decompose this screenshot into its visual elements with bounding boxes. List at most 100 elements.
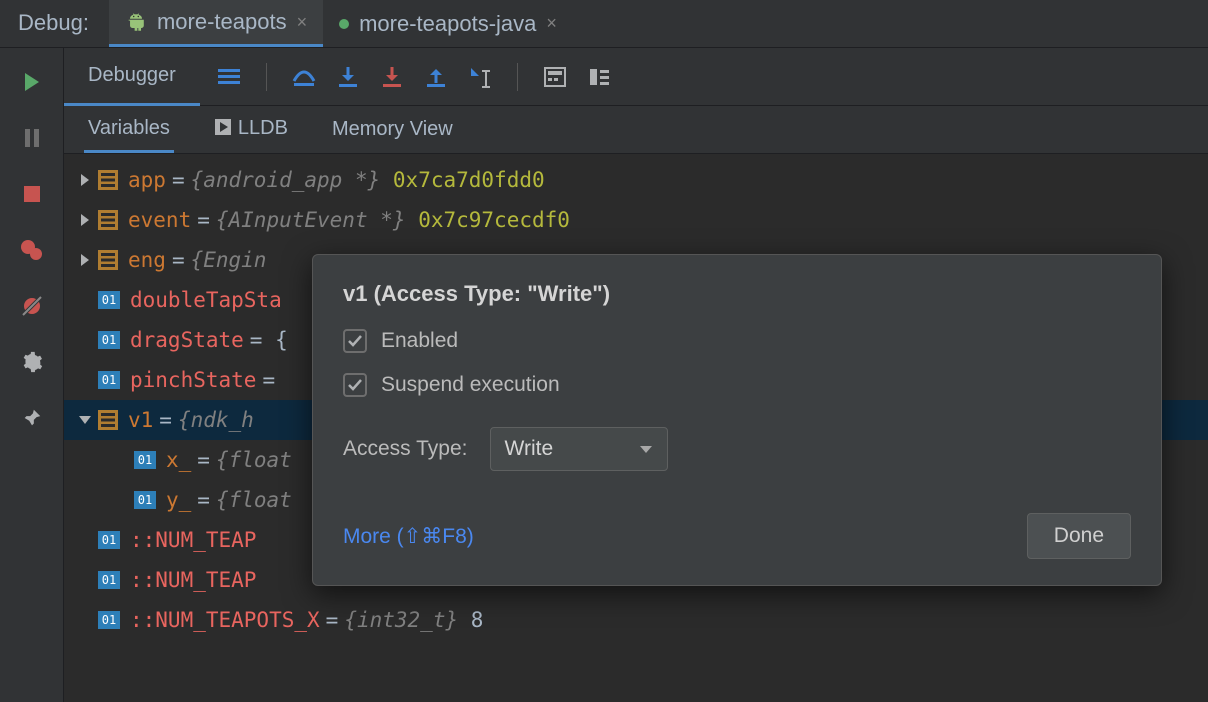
- enabled-checkbox[interactable]: [343, 329, 367, 353]
- expand-icon[interactable]: [72, 253, 98, 267]
- tab-lldb[interactable]: LLDB: [210, 107, 292, 152]
- svg-text:01: 01: [138, 493, 152, 507]
- tab-debugger[interactable]: Debugger: [64, 48, 200, 106]
- var-name: dragState: [130, 328, 244, 352]
- tab-memory-view[interactable]: Memory View: [328, 108, 457, 151]
- titlebar: Debug: more-teapots × more-teapots-java …: [0, 0, 1208, 48]
- watchpoint-popup: v1 (Access Type: "Write") Enabled Suspen…: [312, 254, 1162, 586]
- primitive-icon: 01: [134, 491, 156, 509]
- svg-text:01: 01: [102, 613, 116, 627]
- left-rail: [0, 48, 64, 702]
- stop-button[interactable]: [16, 178, 48, 210]
- var-name: y_: [166, 488, 191, 512]
- pause-button[interactable]: [16, 122, 48, 154]
- toolbar: Debugger: [64, 48, 1208, 106]
- svg-text:01: 01: [102, 533, 116, 547]
- primitive-icon: 01: [98, 331, 120, 349]
- resume-button[interactable]: [16, 66, 48, 98]
- tab-label: more-teapots-java: [359, 11, 536, 37]
- equals: = {: [250, 328, 288, 352]
- debug-label: Debug:: [0, 0, 109, 47]
- close-icon[interactable]: ×: [546, 13, 557, 34]
- var-value: 0x7ca7d0fdd0: [393, 168, 545, 192]
- primitive-icon: 01: [98, 291, 120, 309]
- expand-icon[interactable]: [72, 213, 98, 227]
- var-type: {float: [216, 488, 292, 512]
- primitive-icon: 01: [134, 451, 156, 469]
- variable-row[interactable]: app = {android_app *} 0x7ca7d0fdd0: [64, 160, 1208, 200]
- separator: [266, 63, 267, 91]
- equals: =: [197, 488, 210, 512]
- suspend-checkbox[interactable]: [343, 373, 367, 397]
- var-name: pinchState: [130, 368, 256, 392]
- more-link[interactable]: More (⇧⌘F8): [343, 524, 474, 549]
- struct-icon: [98, 250, 118, 270]
- var-type: {AInputEvent *}: [216, 208, 406, 232]
- var-name: ::NUM_TEAPOTS_X: [130, 608, 320, 632]
- tab-variables[interactable]: Variables: [84, 107, 174, 153]
- svg-text:01: 01: [102, 333, 116, 347]
- settings-button[interactable]: [16, 346, 48, 378]
- var-name: x_: [166, 448, 191, 472]
- access-type-row: Access Type: Write: [343, 427, 1131, 471]
- var-value: 8: [471, 608, 484, 632]
- evaluate-expression-icon[interactable]: [542, 64, 568, 90]
- primitive-icon: 01: [98, 531, 120, 549]
- var-name: v1: [128, 408, 153, 432]
- var-name: doubleTapSta: [130, 288, 282, 312]
- step-over-icon[interactable]: [291, 64, 317, 90]
- select-value: Write: [505, 437, 554, 461]
- equals: =: [197, 208, 210, 232]
- view-breakpoints-button[interactable]: [16, 234, 48, 266]
- tab-lldb-label: LLDB: [238, 117, 288, 139]
- equals: =: [172, 168, 185, 192]
- var-type: {ndk_h: [178, 408, 254, 432]
- tab-more-teapots-java[interactable]: more-teapots-java ×: [323, 0, 573, 47]
- struct-icon: [98, 170, 118, 190]
- pin-button[interactable]: [16, 402, 48, 434]
- expand-icon[interactable]: [72, 173, 98, 187]
- var-type: {Engin: [191, 248, 267, 272]
- var-name: event: [128, 208, 191, 232]
- equals: =: [326, 608, 339, 632]
- enabled-row: Enabled: [343, 329, 1131, 353]
- popup-title: v1 (Access Type: "Write"): [343, 281, 1131, 307]
- equals: =: [262, 368, 275, 392]
- svg-text:01: 01: [102, 293, 116, 307]
- popup-footer: More (⇧⌘F8) Done: [343, 513, 1131, 559]
- var-type: {android_app *}: [191, 168, 381, 192]
- step-into-icon[interactable]: [335, 64, 361, 90]
- close-icon[interactable]: ×: [297, 12, 308, 33]
- variable-row[interactable]: event = {AInputEvent *} 0x7c97cecdf0: [64, 200, 1208, 240]
- chevron-down-icon: [639, 437, 653, 461]
- step-out-icon[interactable]: [423, 64, 449, 90]
- svg-text:01: 01: [102, 373, 116, 387]
- suspend-row: Suspend execution: [343, 373, 1131, 397]
- collapse-icon[interactable]: [72, 414, 98, 426]
- separator: [517, 63, 518, 91]
- struct-icon: [98, 210, 118, 230]
- done-button[interactable]: Done: [1027, 513, 1131, 559]
- mute-breakpoints-button[interactable]: [16, 290, 48, 322]
- equals: =: [197, 448, 210, 472]
- show-threads-icon[interactable]: [216, 64, 242, 90]
- access-type-label: Access Type:: [343, 437, 468, 461]
- run-dot-icon: [339, 19, 349, 29]
- var-name: ::NUM_TEAP: [130, 568, 256, 592]
- play-icon: [214, 118, 232, 142]
- force-step-into-icon[interactable]: [379, 64, 405, 90]
- svg-text:01: 01: [138, 453, 152, 467]
- android-icon: [125, 11, 147, 33]
- primitive-icon: 01: [98, 371, 120, 389]
- enabled-label: Enabled: [381, 329, 458, 353]
- access-type-select[interactable]: Write: [490, 427, 668, 471]
- var-name: app: [128, 168, 166, 192]
- suspend-label: Suspend execution: [381, 373, 560, 397]
- tab-more-teapots[interactable]: more-teapots ×: [109, 0, 323, 47]
- variable-row[interactable]: 01 ::NUM_TEAPOTS_X = {int32_t} 8: [64, 600, 1208, 640]
- frames-icon[interactable]: [586, 64, 612, 90]
- var-value: 0x7c97cecdf0: [418, 208, 570, 232]
- var-name: eng: [128, 248, 166, 272]
- primitive-icon: 01: [98, 571, 120, 589]
- run-to-cursor-icon[interactable]: [467, 64, 493, 90]
